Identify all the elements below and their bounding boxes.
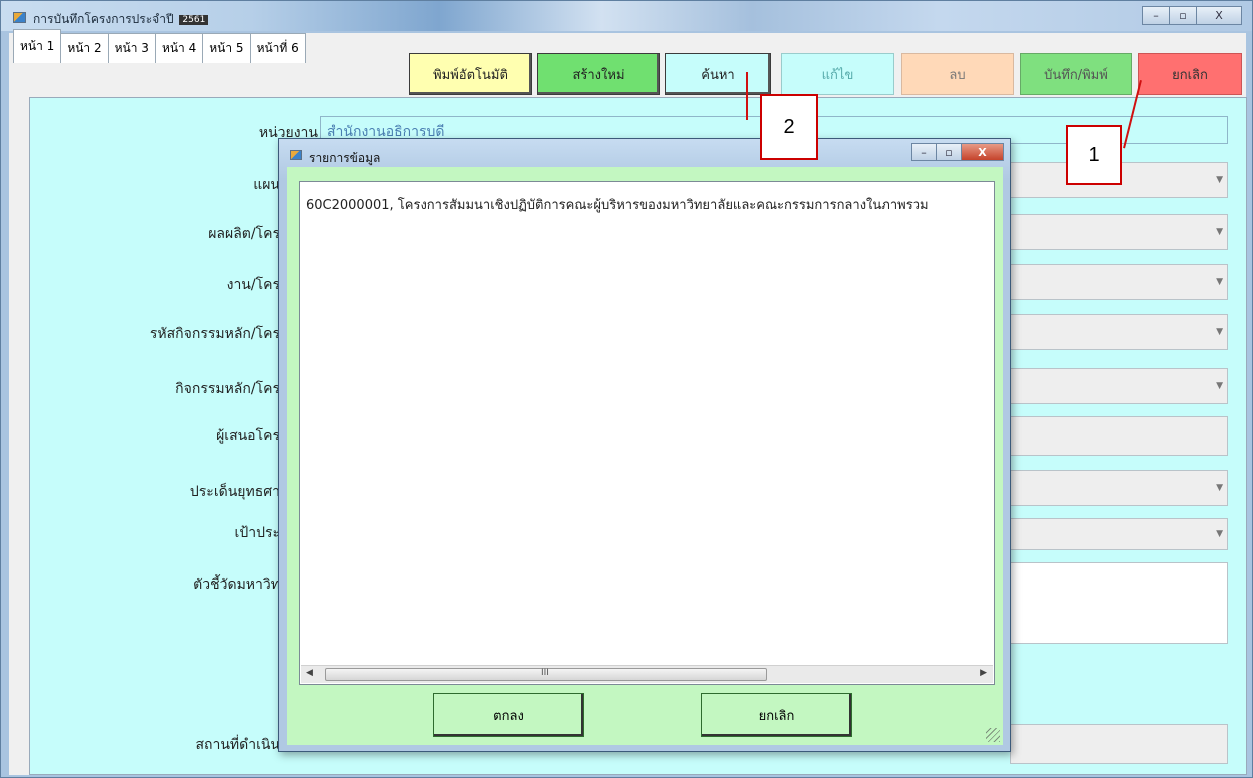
tab-page-4[interactable]: หน้า 4 [154,33,204,63]
dropdown-arrow-icon: ▼ [1216,277,1223,287]
dialog-app-icon [290,150,302,160]
main-activity-combo[interactable]: ▼ [1010,368,1228,404]
dialog-minimize-button[interactable]: – [911,143,937,161]
minimize-button[interactable]: – [1142,6,1170,25]
annotation-pointer-2 [746,72,748,120]
output-combo[interactable]: ▼ [1010,214,1228,250]
location-field[interactable] [1010,724,1228,764]
list-item[interactable]: 60C2000001, โครงการสัมมนาเชิงปฏิบัติการค… [306,194,929,215]
edit-button[interactable]: แก้ไข [781,53,894,95]
work-combo[interactable]: ▼ [1010,264,1228,300]
plan-label: แผน [253,177,280,193]
target-label: เป้าประ [234,525,280,541]
dialog-title: รายการข้อมูล [309,151,381,165]
annotation-callout-1: 1 [1066,125,1122,185]
location-label: สถานที่ดำเนิน [195,737,280,753]
data-list-dialog: รายการข้อมูล – ▫ X 60C2000001, โครงการสั… [278,138,1011,752]
dropdown-arrow-icon: ▼ [1216,529,1223,539]
create-new-button[interactable]: สร้างใหม่ [537,53,660,95]
delete-button[interactable]: ลบ [901,53,1014,95]
window-title: การบันทึกโครงการประจำปี 2561 [33,10,209,29]
scroll-grip-icon: III [541,668,549,678]
tab-page-6[interactable]: หน้าที่ 6 [249,33,306,63]
scroll-left-icon[interactable]: ◀ [306,668,313,678]
search-button[interactable]: ค้นหา [665,53,771,95]
indicator-field[interactable] [1010,562,1228,644]
maximize-button[interactable]: ▫ [1169,6,1197,25]
close-button[interactable]: X [1196,6,1242,25]
proposer-field[interactable] [1010,416,1228,456]
dialog-body: 60C2000001, โครงการสัมมนาเชิงปฏิบัติการค… [287,167,1003,745]
ok-button[interactable]: ตกลง [433,693,584,737]
horizontal-scrollbar[interactable]: ◀ III ▶ [301,665,993,683]
tab-page-5[interactable]: หน้า 5 [202,33,251,63]
main-activity-label: กิจกรรมหลัก/โคร [175,381,280,397]
strategic-issue-combo[interactable]: ▼ [1010,470,1228,506]
work-label: งาน/โคร [226,277,280,293]
scroll-right-icon[interactable]: ▶ [980,668,987,678]
dropdown-arrow-icon: ▼ [1216,327,1223,337]
auto-print-button[interactable]: พิมพ์อัตโนมัติ [409,53,532,95]
dialog-maximize-button[interactable]: ▫ [936,143,962,161]
tab-page-1[interactable]: หน้า 1 [13,29,62,63]
resize-grip-icon[interactable] [986,728,1000,742]
window-title-text: การบันทึกโครงการประจำปี [33,12,174,26]
dialog-window-controls: – ▫ X [911,143,1004,161]
output-label: ผลผลิต/โคร [208,226,280,242]
save-print-button[interactable]: บันทึก/พิมพ์ [1020,53,1132,95]
tab-strip: หน้า 1 หน้า 2 หน้า 3 หน้า 4 หน้า 5 หน้าท… [13,29,306,63]
cancel-button[interactable]: ยกเลิก [1138,53,1242,95]
window-controls: – ▫ X [1142,6,1242,25]
dropdown-arrow-icon: ▼ [1216,227,1223,237]
scrollbar-thumb[interactable]: III [325,668,767,681]
year-badge: 2561 [179,15,209,25]
title-bar: การบันทึกโครงการประจำปี 2561 – ▫ X [1,1,1252,31]
data-listbox[interactable]: 60C2000001, โครงการสัมมนาเชิงปฏิบัติการค… [299,181,995,685]
dialog-cancel-button[interactable]: ยกเลิก [701,693,852,737]
app-icon [13,12,26,23]
tab-page-3[interactable]: หน้า 3 [107,33,156,63]
indicator-label: ตัวชี้วัดมหาวิท [193,577,280,593]
target-combo[interactable]: ▼ [1010,518,1228,550]
dropdown-arrow-icon: ▼ [1216,175,1223,185]
activity-code-combo[interactable]: ▼ [1010,314,1228,350]
annotation-callout-2: 2 [760,94,818,160]
dropdown-arrow-icon: ▼ [1216,381,1223,391]
tab-page-2[interactable]: หน้า 2 [60,33,109,63]
proposer-label: ผู้เสนอโคร [216,428,280,444]
activity-code-label: รหัสกิจกรรมหลัก/โคร [149,326,280,342]
strategic-issue-label: ประเด็นยุทธศา [189,484,280,500]
dropdown-arrow-icon: ▼ [1216,483,1223,493]
dialog-close-button[interactable]: X [961,143,1004,161]
